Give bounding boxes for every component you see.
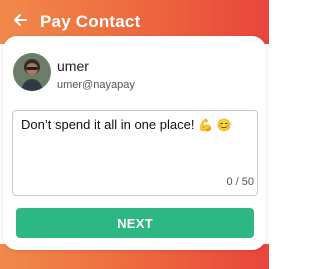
message-text: Don’t spend it all in one place! bbox=[21, 117, 195, 132]
flexed-biceps-icon: 💪 bbox=[198, 118, 214, 132]
back-button[interactable] bbox=[12, 13, 28, 32]
contact-handle: umer@nayapay bbox=[57, 79, 135, 91]
message-input[interactable]: Don’t spend it all in one place! 💪 😊 bbox=[12, 110, 258, 196]
smiling-face-icon: 😊 bbox=[216, 118, 232, 132]
avatar bbox=[13, 53, 51, 91]
contact-name: umer bbox=[57, 58, 89, 74]
page-title: Pay Contact bbox=[40, 12, 141, 31]
pay-contact-card: umer umer@nayapay Don’t spend it all in … bbox=[3, 36, 266, 250]
next-button[interactable]: NEXT bbox=[16, 208, 254, 238]
arrow-left-icon bbox=[13, 13, 27, 32]
character-counter: 0 / 50 bbox=[226, 176, 254, 188]
